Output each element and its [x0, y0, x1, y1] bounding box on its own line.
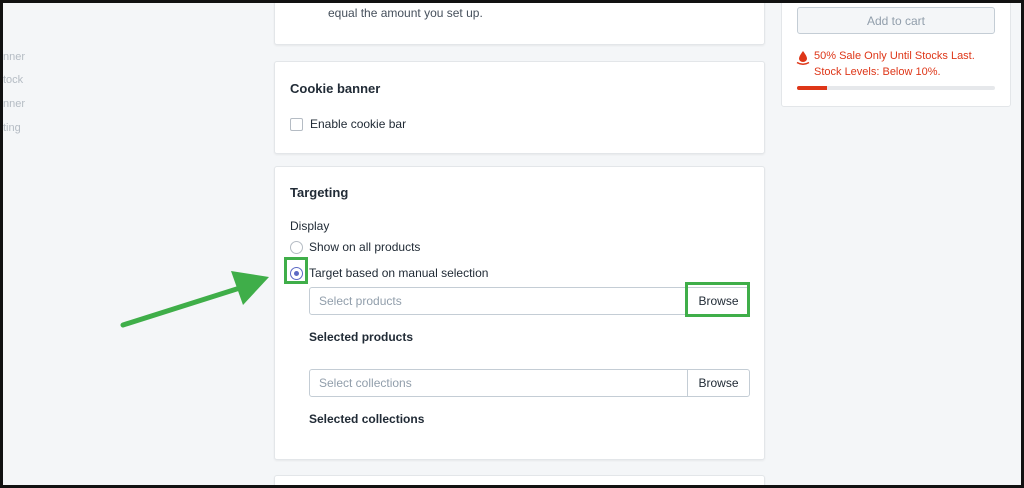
radio-show-all-products[interactable]: Show on all products: [290, 240, 420, 254]
targeting-card: Targeting Display Show on all products T…: [274, 166, 765, 460]
sale-text-line1: 50% Sale Only Until Stocks Last.: [814, 50, 975, 62]
selected-collections-heading: Selected collections: [309, 412, 425, 426]
card-description: equal the amount you set up.: [328, 6, 483, 20]
left-nav-item[interactable]: nner: [3, 51, 25, 63]
flame-drop-icon: [796, 51, 810, 65]
targeting-title: Targeting: [290, 185, 349, 200]
sale-text-line2: Stock Levels: Below 10%.: [814, 66, 941, 78]
radio-button[interactable]: [290, 240, 303, 254]
cookie-banner-card: Cookie banner Enable cookie bar: [274, 61, 765, 154]
browse-collections-button[interactable]: Browse: [687, 370, 749, 396]
select-products-group: Browse: [309, 287, 750, 315]
screenshot-frame: nner tock nner ting equal the amount you…: [0, 0, 1024, 488]
radio-button-selected[interactable]: [290, 266, 303, 280]
enable-cookie-bar-label[interactable]: Enable cookie bar: [310, 117, 406, 131]
preview-panel: Add to cart 50% Sale Only Until Stocks L…: [781, 3, 1011, 107]
cookie-banner-title: Cookie banner: [290, 81, 381, 96]
selected-products-heading: Selected products: [309, 330, 414, 344]
sale-notice: 50% Sale Only Until Stocks Last. Stock L…: [796, 48, 975, 80]
radio-label[interactable]: Show on all products: [309, 240, 420, 254]
enable-cookie-bar-checkbox-row[interactable]: Enable cookie bar: [290, 117, 406, 131]
stock-level-bar: [797, 86, 995, 90]
settings-card-top: equal the amount you set up.: [274, 3, 765, 45]
settings-card-bottom: [274, 475, 765, 485]
select-products-input[interactable]: [310, 288, 687, 314]
select-collections-input[interactable]: [310, 370, 687, 396]
left-nav-item[interactable]: ting: [3, 122, 21, 134]
select-collections-group: Browse: [309, 369, 750, 397]
enable-cookie-bar-checkbox[interactable]: [290, 117, 303, 131]
display-label: Display: [290, 219, 330, 233]
left-nav-item[interactable]: nner: [3, 98, 25, 110]
radio-manual-selection[interactable]: Target based on manual selection: [290, 266, 488, 280]
arrow-icon: [120, 271, 269, 328]
stock-level-fill: [797, 86, 827, 90]
left-nav-item[interactable]: tock: [3, 74, 23, 86]
add-to-cart-button[interactable]: Add to cart: [797, 7, 995, 34]
browse-products-button[interactable]: Browse: [687, 288, 749, 314]
radio-label[interactable]: Target based on manual selection: [309, 266, 488, 280]
